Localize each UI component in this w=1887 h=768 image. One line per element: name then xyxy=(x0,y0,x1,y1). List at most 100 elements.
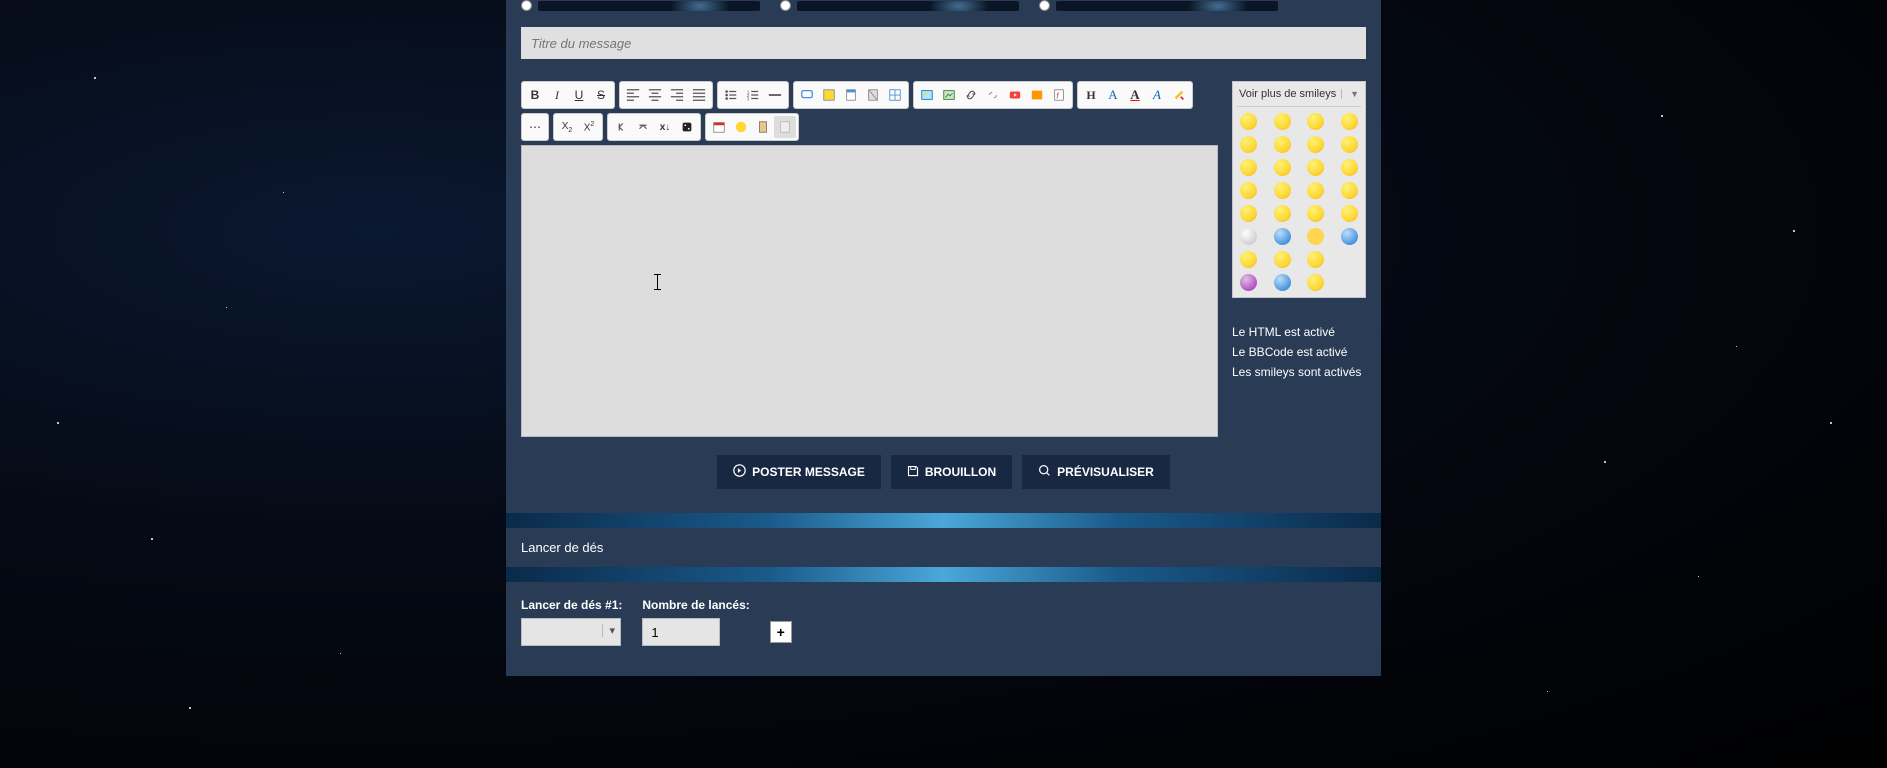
date-button[interactable] xyxy=(708,116,730,138)
strike-button[interactable]: S xyxy=(590,84,612,106)
code-button[interactable] xyxy=(818,84,840,106)
smiley-4[interactable] xyxy=(1240,136,1257,153)
table-button[interactable] xyxy=(884,84,906,106)
image-host-button[interactable] xyxy=(916,84,938,106)
youtube-button[interactable] xyxy=(1004,84,1026,106)
emoji-button[interactable] xyxy=(730,116,752,138)
flash-button[interactable]: f xyxy=(1048,84,1070,106)
style-picker-row xyxy=(506,0,1381,19)
smiley-25[interactable] xyxy=(1274,251,1291,268)
text-cursor-icon xyxy=(657,274,658,290)
remove-format-button[interactable] xyxy=(1168,84,1190,106)
content-panel: B I U S 123 xyxy=(506,0,1381,676)
smiley-5[interactable] xyxy=(1274,136,1291,153)
superscript-button[interactable]: X2 xyxy=(578,116,600,138)
font-family-button[interactable]: A xyxy=(1146,84,1168,106)
save-icon xyxy=(907,465,919,480)
smiley-24[interactable] xyxy=(1240,251,1257,268)
link-button[interactable] xyxy=(960,84,982,106)
send-icon xyxy=(733,464,746,480)
status-bbcode: Le BBCode est activé xyxy=(1232,342,1366,362)
underline-button[interactable]: U xyxy=(568,84,590,106)
align-left-button[interactable] xyxy=(622,84,644,106)
style-thumb-3[interactable] xyxy=(1056,1,1278,11)
smiley-18[interactable] xyxy=(1307,205,1324,222)
add-dice-button[interactable]: + xyxy=(770,621,792,643)
status-smileys: Les smileys sont activés xyxy=(1232,362,1366,382)
status-html: Le HTML est activé xyxy=(1232,322,1366,342)
spoiler-button[interactable] xyxy=(840,84,862,106)
subscript-button[interactable]: X2 xyxy=(556,116,578,138)
quote-button[interactable] xyxy=(796,84,818,106)
post-message-button[interactable]: POSTER MESSAGE xyxy=(717,455,881,489)
hr-button[interactable] xyxy=(764,84,786,106)
dice-type-select[interactable] xyxy=(521,618,621,646)
header-button[interactable]: H xyxy=(1080,84,1102,106)
draft-button[interactable]: BROUILLON xyxy=(891,455,1012,489)
image-button[interactable] xyxy=(938,84,960,106)
smiley-2[interactable] xyxy=(1307,113,1324,130)
list-bulleted-button[interactable] xyxy=(720,84,742,106)
italic-button[interactable]: I xyxy=(546,84,568,106)
smiley-6[interactable] xyxy=(1307,136,1324,153)
smiley-23[interactable] xyxy=(1341,228,1358,245)
bold-button[interactable]: B xyxy=(524,84,546,106)
smiley-7[interactable] xyxy=(1341,136,1358,153)
random-button[interactable]: x↓ xyxy=(654,116,676,138)
list-numbered-button[interactable]: 123 xyxy=(742,84,764,106)
scroll-up-button[interactable] xyxy=(632,116,654,138)
smiley-0[interactable] xyxy=(1240,113,1257,130)
smiley-22[interactable] xyxy=(1307,228,1324,245)
smiley-19[interactable] xyxy=(1341,205,1358,222)
smiley-17[interactable] xyxy=(1274,205,1291,222)
dropdown-arrow-icon: ▼ xyxy=(1341,89,1359,99)
smiley-14[interactable] xyxy=(1307,182,1324,199)
preview-button[interactable]: PRÉVISUALISER xyxy=(1022,455,1170,489)
smiley-panel: Voir plus de smileys ▼ xyxy=(1232,81,1366,298)
scroll-left-button[interactable] xyxy=(610,116,632,138)
smiley-28[interactable] xyxy=(1240,274,1257,291)
source-button[interactable] xyxy=(774,116,796,138)
editor-column: B I U S 123 xyxy=(521,81,1218,437)
editor-toolbar-row2: ⋯ X2 X2 x↓ xyxy=(521,113,1218,141)
font-color-button[interactable]: A xyxy=(1124,84,1146,106)
editor-status: Le HTML est activé Le BBCode est activé … xyxy=(1232,322,1366,382)
smiley-20[interactable] xyxy=(1240,228,1257,245)
align-right-button[interactable] xyxy=(666,84,688,106)
font-size-button[interactable]: A xyxy=(1102,84,1124,106)
dice-count-input[interactable] xyxy=(642,618,720,646)
smiley-1[interactable] xyxy=(1274,113,1291,130)
smiley-3[interactable] xyxy=(1341,113,1358,130)
style-thumb-2[interactable] xyxy=(797,1,1019,11)
message-title-input[interactable] xyxy=(521,27,1366,59)
dice-section-header: Lancer de dés xyxy=(506,528,1381,567)
style-thumb-1[interactable] xyxy=(538,1,760,11)
smiley-16[interactable] xyxy=(1240,205,1257,222)
more-button[interactable]: ⋯ xyxy=(524,116,546,138)
smiley-26[interactable] xyxy=(1307,251,1324,268)
smiley-13[interactable] xyxy=(1274,182,1291,199)
smiley-29[interactable] xyxy=(1274,274,1291,291)
smiley-11[interactable] xyxy=(1341,159,1358,176)
unlink-icon[interactable] xyxy=(982,84,1004,106)
smiley-header-label: Voir plus de smileys xyxy=(1239,88,1336,100)
hidden-button[interactable] xyxy=(862,84,884,106)
smiley-8[interactable] xyxy=(1240,159,1257,176)
align-justify-button[interactable] xyxy=(688,84,710,106)
smiley-9[interactable] xyxy=(1274,159,1291,176)
smiley-12[interactable] xyxy=(1240,182,1257,199)
style-radio-2[interactable] xyxy=(780,0,791,11)
smiley-10[interactable] xyxy=(1307,159,1324,176)
smiley-15[interactable] xyxy=(1341,182,1358,199)
style-radio-3[interactable] xyxy=(1039,0,1050,11)
smiley-21[interactable] xyxy=(1274,228,1291,245)
paste-button[interactable] xyxy=(752,116,774,138)
dailymotion-button[interactable] xyxy=(1026,84,1048,106)
align-center-button[interactable] xyxy=(644,84,666,106)
smiley-more-link[interactable]: Voir plus de smileys ▼ xyxy=(1237,86,1361,107)
magnify-icon xyxy=(1038,464,1051,480)
style-radio-1[interactable] xyxy=(521,0,532,11)
message-textarea[interactable] xyxy=(521,145,1218,437)
smiley-30[interactable] xyxy=(1307,274,1324,291)
dice-button[interactable] xyxy=(676,116,698,138)
